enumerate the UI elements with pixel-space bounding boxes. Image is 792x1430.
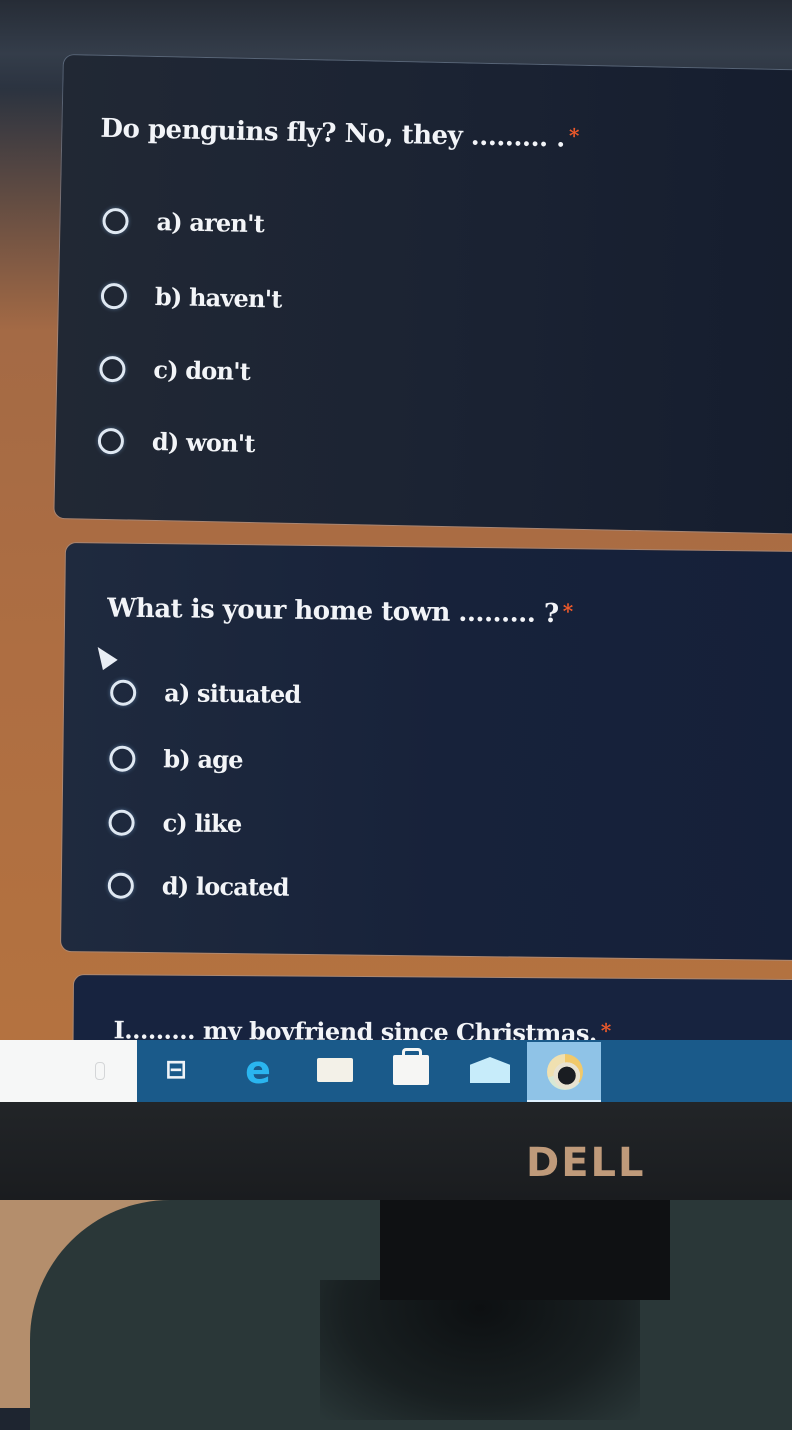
envelope-shape [470, 1057, 510, 1083]
radio-button[interactable] [97, 427, 125, 454]
option-d[interactable]: d) won't [97, 426, 255, 459]
taskbar-search-box[interactable] [0, 1040, 137, 1102]
option-label: c) don't [153, 354, 251, 386]
monitor-screen: Do penguins fly? No, they ......... . * a… [0, 0, 792, 1105]
radio-button[interactable] [110, 679, 137, 706]
radio-button[interactable] [109, 745, 136, 772]
microphone-icon[interactable] [95, 1062, 105, 1080]
radio-button[interactable] [102, 207, 129, 234]
option-label: a) situated [164, 678, 301, 709]
option-a[interactable]: a) aren't [102, 206, 264, 238]
option-b[interactable]: b) age [109, 744, 243, 775]
question-text: What is your home town ......... ? [107, 593, 559, 630]
folder-shape [317, 1058, 353, 1082]
chrome-icon [547, 1054, 583, 1090]
radio-button[interactable] [107, 872, 134, 899]
option-label: b) age [163, 744, 243, 775]
edge-browser-icon[interactable]: e [240, 1048, 276, 1092]
monitor-bezel [0, 1102, 792, 1200]
task-view-icon[interactable]: ⊟ [160, 1050, 192, 1090]
taskbar-active-app-chrome[interactable] [527, 1042, 601, 1104]
required-asterisk: * [562, 599, 573, 624]
option-label: a) aren't [156, 206, 265, 239]
option-label: c) like [162, 808, 242, 839]
option-b[interactable]: b) haven't [100, 281, 282, 314]
mail-icon[interactable] [468, 1050, 512, 1090]
option-label: b) haven't [154, 281, 282, 314]
option-label: d) won't [151, 426, 255, 459]
radio-button[interactable] [108, 809, 135, 836]
monitor-stand [380, 1200, 670, 1300]
question-title: Do penguins fly? No, they ......... . * [100, 114, 579, 154]
option-c[interactable]: c) don't [99, 354, 250, 386]
question-card-2: What is your home town ......... ? * a) s… [61, 543, 792, 961]
option-c[interactable]: c) like [108, 808, 242, 839]
dell-logo: DELL [526, 1140, 646, 1186]
option-a[interactable]: a) situated [110, 678, 301, 709]
shopping-bag-shape [393, 1048, 429, 1085]
radio-button[interactable] [99, 355, 126, 382]
option-label: d) located [161, 871, 289, 902]
question-title: What is your home town ......... ? * [107, 594, 573, 630]
required-asterisk: * [568, 123, 580, 148]
radio-button[interactable] [100, 282, 128, 309]
option-d[interactable]: d) located [107, 871, 289, 902]
question-card-1: Do penguins fly? No, they ......... . * a… [54, 55, 792, 534]
question-text: Do penguins fly? No, they ......... . [100, 113, 566, 154]
file-explorer-icon[interactable] [316, 1050, 354, 1090]
store-icon[interactable] [391, 1048, 431, 1090]
stand-shadow [320, 1280, 640, 1420]
